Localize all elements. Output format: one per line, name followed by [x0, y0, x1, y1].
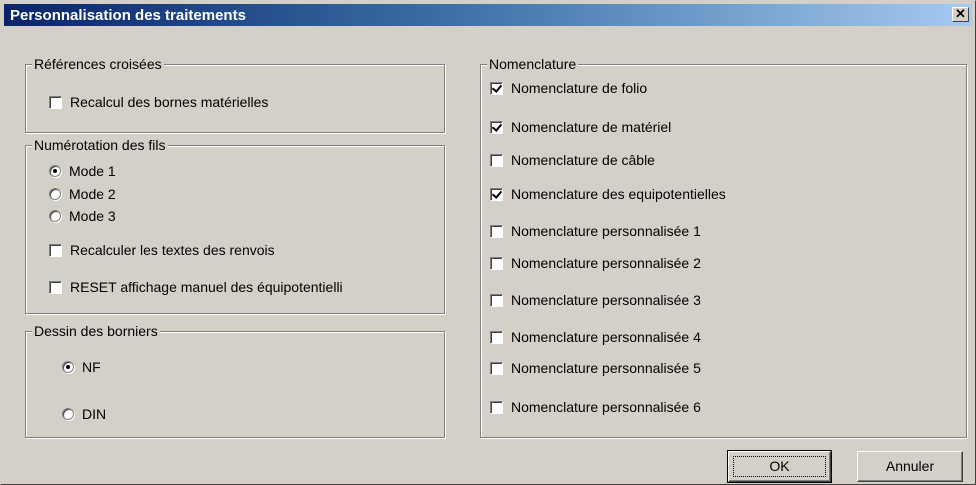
nomenclature-perso-4-label: Nomenclature personnalisée 4 — [511, 329, 701, 345]
references-croisees-legend: Références croisées — [32, 56, 164, 72]
nomenclature-perso-4-checkbox[interactable]: Nomenclature personnalisée 4 — [490, 329, 701, 347]
nomenclature-perso-3-checkbox[interactable]: Nomenclature personnalisée 3 — [490, 292, 701, 310]
nomenclature-perso-2-box[interactable] — [490, 256, 503, 270]
nf-radio-circle[interactable] — [62, 361, 74, 374]
references-croisees-group: Références croisées Recalcul des bornes … — [25, 56, 445, 133]
nomenclature-group: Nomenclature Nomenclature de folio Nomen… — [480, 56, 967, 438]
mode-3-radio-circle[interactable] — [49, 210, 61, 223]
mode-2-label: Mode 2 — [69, 186, 116, 202]
cancel-button-label: Annuler — [885, 458, 935, 474]
nomenclature-perso-6-checkbox[interactable]: Nomenclature personnalisée 6 — [490, 399, 701, 417]
mode-2-radio-circle[interactable] — [49, 188, 61, 201]
nomenclature-perso-5-checkbox[interactable]: Nomenclature personnalisée 5 — [490, 360, 701, 378]
nomenclature-perso-4-box[interactable] — [490, 330, 503, 344]
reset-affichage-checkbox[interactable]: RESET affichage manuel des équipotentiel… — [49, 279, 343, 297]
dessin-borniers-group: Dessin des borniers NF DIN — [25, 323, 445, 438]
close-button[interactable]: ✕ — [952, 7, 969, 22]
dialog-window: Personnalisation des traitements ✕ Référ… — [0, 0, 976, 485]
recalcul-bornes-label: Recalcul des bornes matérielles — [70, 94, 269, 110]
nomenclature-cable-label: Nomenclature de câble — [511, 152, 655, 168]
nomenclature-cable-checkbox[interactable]: Nomenclature de câble — [490, 152, 655, 170]
nomenclature-perso-3-box[interactable] — [490, 293, 503, 307]
nomenclature-equipotentielles-checkbox[interactable]: Nomenclature des equipotentielles — [490, 186, 726, 204]
mode-2-radio[interactable]: Mode 2 — [49, 186, 116, 204]
dialog-title: Personnalisation des traitements — [10, 7, 246, 24]
recalcul-bornes-checkbox[interactable]: Recalcul des bornes matérielles — [49, 94, 268, 112]
mode-1-radio[interactable]: Mode 1 — [49, 163, 116, 181]
recalculer-renvois-label: Recalculer les textes des renvois — [70, 242, 275, 258]
nomenclature-folio-checkbox[interactable]: Nomenclature de folio — [490, 80, 647, 98]
title-bar[interactable]: Personnalisation des traitements ✕ — [4, 4, 972, 26]
nomenclature-equipotentielles-box[interactable] — [490, 187, 503, 201]
recalculer-renvois-checkbox[interactable]: Recalculer les textes des renvois — [49, 242, 275, 260]
numerotation-fils-group: Numérotation des fils Mode 1 Mode 2 Mode… — [25, 137, 445, 314]
reset-affichage-label: RESET affichage manuel des équipotentiel… — [70, 279, 343, 295]
recalculer-renvois-box[interactable] — [49, 243, 62, 257]
nomenclature-perso-6-label: Nomenclature personnalisée 6 — [511, 399, 701, 415]
nomenclature-materiel-box[interactable] — [490, 120, 503, 134]
nomenclature-folio-box[interactable] — [490, 81, 503, 95]
nomenclature-materiel-checkbox[interactable]: Nomenclature de matériel — [490, 119, 671, 137]
nomenclature-perso-6-box[interactable] — [490, 400, 503, 414]
nomenclature-perso-1-checkbox[interactable]: Nomenclature personnalisée 1 — [490, 223, 701, 241]
nomenclature-perso-5-box[interactable] — [490, 361, 503, 375]
nomenclature-legend: Nomenclature — [487, 56, 579, 72]
din-radio-circle[interactable] — [62, 408, 74, 421]
nomenclature-perso-5-label: Nomenclature personnalisée 5 — [511, 360, 701, 376]
ok-button[interactable]: OK — [727, 450, 832, 483]
nomenclature-perso-3-label: Nomenclature personnalisée 3 — [511, 292, 701, 308]
nomenclature-cable-box[interactable] — [490, 153, 503, 167]
reset-affichage-box[interactable] — [49, 280, 62, 294]
nf-radio[interactable]: NF — [62, 359, 101, 377]
nf-label: NF — [82, 359, 101, 375]
nomenclature-perso-2-label: Nomenclature personnalisée 2 — [511, 255, 701, 271]
numerotation-fils-legend: Numérotation des fils — [32, 137, 168, 153]
nomenclature-equipotentielles-label: Nomenclature des equipotentielles — [511, 186, 726, 202]
cancel-button[interactable]: Annuler — [857, 451, 963, 482]
nomenclature-perso-1-box[interactable] — [490, 224, 503, 238]
ok-button-label: OK — [769, 458, 790, 474]
mode-1-radio-circle[interactable] — [49, 165, 61, 178]
recalcul-bornes-box[interactable] — [49, 95, 62, 109]
nomenclature-perso-2-checkbox[interactable]: Nomenclature personnalisée 2 — [490, 255, 701, 273]
mode-1-label: Mode 1 — [69, 163, 116, 179]
dessin-borniers-legend: Dessin des borniers — [32, 323, 160, 339]
close-icon: ✕ — [955, 6, 966, 21]
din-radio[interactable]: DIN — [62, 406, 106, 424]
nomenclature-materiel-label: Nomenclature de matériel — [511, 119, 672, 135]
mode-3-radio[interactable]: Mode 3 — [49, 208, 116, 226]
nomenclature-perso-1-label: Nomenclature personnalisée 1 — [511, 223, 701, 239]
din-label: DIN — [82, 406, 107, 422]
nomenclature-folio-label: Nomenclature de folio — [511, 80, 648, 96]
mode-3-label: Mode 3 — [69, 208, 116, 224]
